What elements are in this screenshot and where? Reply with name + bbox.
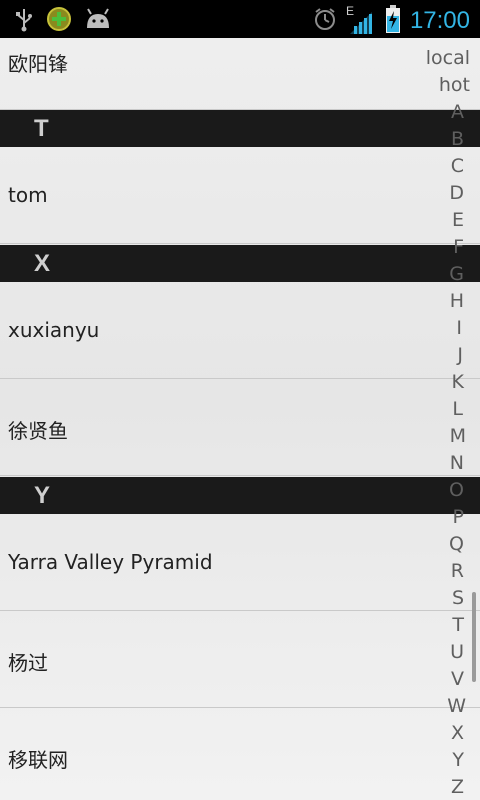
index-entry-w[interactable]: W <box>447 696 466 716</box>
usb-icon <box>14 6 34 36</box>
index-entry-r[interactable]: R <box>451 561 464 581</box>
section-header-label: Y <box>34 482 51 509</box>
index-entry-v[interactable]: V <box>451 669 464 689</box>
list-item-label: 欧阳锋 <box>8 52 68 76</box>
list-item[interactable]: tom <box>0 147 480 244</box>
android-icon <box>84 8 112 34</box>
index-entry-e[interactable]: E <box>452 210 464 230</box>
battery-charging-icon <box>384 4 402 38</box>
clock-time: 17:00 <box>409 7 470 34</box>
index-entry-y[interactable]: Y <box>452 750 464 770</box>
signal-icon: E <box>346 4 376 36</box>
index-entry-k[interactable]: K <box>452 372 464 392</box>
list-item[interactable]: xuxianyu <box>0 282 480 379</box>
index-entry-x[interactable]: X <box>451 723 464 743</box>
status-bar: E 17:00 <box>0 0 480 38</box>
index-entry-h[interactable]: H <box>450 291 464 311</box>
app-badge-icon <box>46 6 72 36</box>
index-entry-i[interactable]: I <box>456 318 462 338</box>
index-entry-q[interactable]: Q <box>449 534 464 554</box>
section-header-label: X <box>34 250 51 277</box>
list-item[interactable]: Yarra Valley Pyramid <box>0 514 480 611</box>
list-item-label: xuxianyu <box>8 318 100 342</box>
index-entry-local[interactable]: local <box>426 48 470 68</box>
list-item-label: Yarra Valley Pyramid <box>8 550 213 574</box>
contact-list[interactable]: 欧阳锋 T tom X xuxianyu 徐贤鱼 Y Yarra Valley … <box>0 38 480 800</box>
index-entry-t[interactable]: T <box>452 615 464 635</box>
scrollbar-thumb[interactable] <box>472 592 476 682</box>
alarm-icon <box>312 6 338 36</box>
list-item-label: 杨过 <box>8 651 48 675</box>
section-header: Y <box>0 477 480 514</box>
index-entry-g[interactable]: G <box>449 264 464 284</box>
index-entry-d[interactable]: D <box>449 183 464 203</box>
list-item-label: tom <box>8 183 48 207</box>
index-entry-a[interactable]: A <box>451 102 464 122</box>
index-entry-u[interactable]: U <box>450 642 464 662</box>
list-item[interactable]: 欧阳锋 <box>0 38 480 110</box>
alphabet-index-bar[interactable]: local hot A B C D E F G H I J K L M N O … <box>420 44 480 800</box>
list-item-label: 徐贤鱼 <box>8 419 68 443</box>
status-bar-right: E 17:00 <box>312 4 470 38</box>
index-entry-c[interactable]: C <box>451 156 464 176</box>
list-item[interactable]: 徐贤鱼 <box>0 379 480 476</box>
list-item-label: 移联网 <box>8 748 68 772</box>
index-entry-b[interactable]: B <box>451 129 464 149</box>
index-entry-m[interactable]: M <box>450 426 466 446</box>
section-header-label: T <box>34 115 49 142</box>
index-entry-s[interactable]: S <box>452 588 464 608</box>
status-bar-left <box>14 6 112 36</box>
index-entry-hot[interactable]: hot <box>439 75 470 95</box>
index-entry-j[interactable]: J <box>457 345 463 365</box>
section-header: T <box>0 110 480 147</box>
index-entry-f[interactable]: F <box>453 237 464 257</box>
index-entry-l[interactable]: L <box>452 399 463 419</box>
index-entry-z[interactable]: Z <box>451 777 464 797</box>
list-item[interactable]: 杨过 <box>0 611 480 708</box>
index-entry-n[interactable]: N <box>450 453 464 473</box>
index-entry-o[interactable]: O <box>449 480 464 500</box>
section-header: X <box>0 245 480 282</box>
index-entry-p[interactable]: P <box>453 507 464 527</box>
list-item[interactable]: 移联网 <box>0 708 480 800</box>
